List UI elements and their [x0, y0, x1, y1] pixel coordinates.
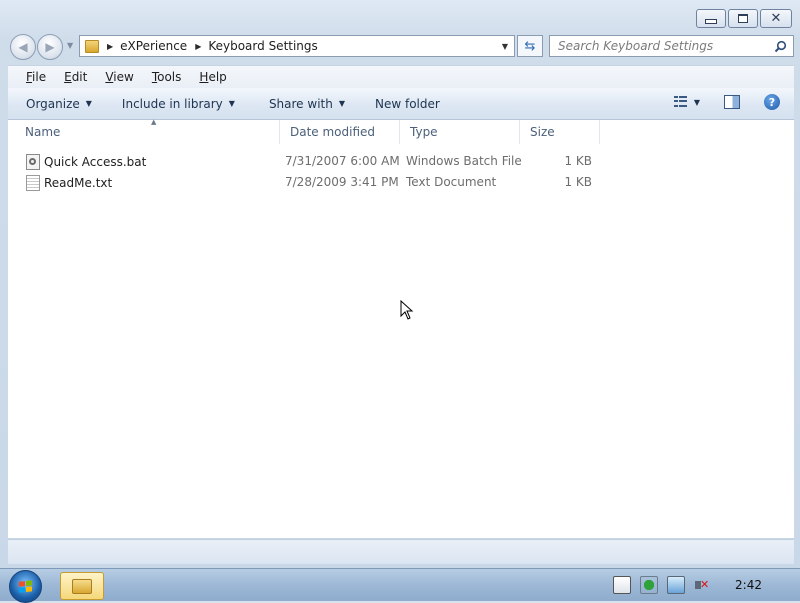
- chevron-down-icon: ▼: [228, 99, 235, 108]
- address-bar[interactable]: ▶ eXPerience ▶ Keyboard Settings ▼: [79, 35, 515, 57]
- menu-file-rest: ile: [32, 70, 47, 84]
- breadcrumb-separator-icon[interactable]: ▶: [107, 42, 113, 51]
- close-icon: ✕: [770, 11, 782, 26]
- column-date-label: Date modified: [290, 125, 376, 139]
- batch-file-icon: [26, 154, 40, 170]
- folder-icon: [72, 578, 92, 594]
- help-icon[interactable]: ?: [764, 94, 780, 110]
- breadcrumb-keyboard-settings[interactable]: Keyboard Settings: [208, 39, 317, 53]
- file-name-cell: ReadMe.txt: [26, 175, 112, 191]
- caption-buttons: ✕: [696, 9, 792, 28]
- new-folder-label: New folder: [375, 96, 440, 111]
- column-headers: Name ▲ Date modified Type Size: [8, 118, 608, 144]
- breadcrumb-separator-icon[interactable]: ▶: [195, 42, 201, 51]
- file-date: 7/31/2007 6:00 AM: [285, 154, 400, 168]
- recent-pages-dropdown-icon[interactable]: ▼: [67, 41, 73, 50]
- refresh-button[interactable]: ⇆: [517, 35, 543, 57]
- back-arrow-icon: ◀: [18, 40, 28, 54]
- column-header-type[interactable]: Type: [400, 120, 520, 144]
- minimize-button[interactable]: [696, 9, 726, 28]
- details-pane: [8, 539, 794, 564]
- menu-tools[interactable]: Tools: [148, 70, 188, 84]
- column-size-label: Size: [530, 125, 555, 139]
- navigation-row: ◀ ▶ ▼ ▶ eXPerience ▶ Keyboard Settings ▼…: [8, 33, 794, 60]
- column-header-name[interactable]: Name ▲: [15, 118, 280, 144]
- share-with-label: Share with: [268, 96, 333, 111]
- mouse-cursor-icon: [400, 300, 414, 320]
- notes-icon[interactable]: [613, 576, 631, 594]
- maximize-icon: [738, 14, 748, 23]
- volume-muted-icon[interactable]: [694, 577, 710, 593]
- sort-ascending-icon: ▲: [151, 118, 157, 126]
- organize-button[interactable]: Organize ▼: [26, 97, 92, 111]
- folder-icon: [85, 39, 99, 53]
- search-icon[interactable]: [774, 40, 787, 53]
- file-type: Windows Batch File: [406, 154, 522, 168]
- search-input[interactable]: [556, 38, 765, 54]
- column-name-label: Name: [25, 125, 61, 139]
- include-in-library-button[interactable]: Include in library ▼: [122, 97, 235, 111]
- close-button[interactable]: ✕: [760, 9, 792, 28]
- column-header-date-modified[interactable]: Date modified: [280, 120, 400, 144]
- file-size: 1 KB: [564, 154, 592, 168]
- menu-mnemonic: E: [64, 70, 72, 84]
- chevron-down-icon: ▼: [85, 99, 92, 108]
- table-row[interactable]: Quick Access.bat 7/31/2007 6:00 AM Windo…: [8, 151, 608, 171]
- menu-help[interactable]: Help: [195, 70, 232, 84]
- taskbar: 2:42: [0, 568, 800, 603]
- back-button[interactable]: ◀: [10, 34, 36, 60]
- menu-file[interactable]: File: [22, 70, 52, 84]
- menu-view-rest: iew: [113, 70, 134, 84]
- preview-pane-icon[interactable]: [724, 95, 740, 109]
- file-name: Quick Access.bat: [44, 155, 147, 169]
- taskbar-explorer-button[interactable]: [60, 572, 104, 600]
- chevron-down-icon[interactable]: ▼: [694, 98, 700, 107]
- explorer-window: ✕ ◀ ▶ ▼ ▶ eXPerience ▶ Keyboard Settings…: [0, 0, 800, 569]
- file-name-cell: Quick Access.bat: [26, 154, 146, 170]
- maximize-button[interactable]: [728, 9, 758, 28]
- minimize-icon: [705, 19, 717, 24]
- change-view-button[interactable]: ▼: [673, 96, 700, 108]
- clock[interactable]: 2:42: [735, 578, 762, 592]
- share-with-button[interactable]: Share with ▼: [269, 97, 345, 111]
- menu-edit[interactable]: Edit: [60, 70, 93, 84]
- system-tray: 2:42: [595, 569, 800, 601]
- column-header-size[interactable]: Size: [520, 120, 600, 144]
- include-in-library-label: Include in library: [121, 96, 223, 111]
- forward-button[interactable]: ▶: [37, 34, 63, 60]
- details-view-icon: [673, 96, 687, 108]
- menu-bar: File Edit View Tools Help: [8, 65, 794, 89]
- breadcrumb-experience[interactable]: eXPerience: [120, 39, 187, 53]
- view-controls: ▼ ?: [673, 94, 780, 110]
- forward-arrow-icon: ▶: [45, 40, 55, 54]
- file-date: 7/28/2009 3:41 PM: [285, 175, 399, 189]
- menu-view[interactable]: View: [101, 70, 139, 84]
- address-dropdown-icon[interactable]: ▼: [502, 42, 508, 51]
- organize-label: Organize: [26, 96, 80, 111]
- windows-logo-icon: [18, 579, 33, 593]
- start-button[interactable]: [9, 570, 42, 603]
- refresh-icon: ⇆: [524, 38, 536, 54]
- file-list: Name ▲ Date modified Type Size Quick Acc…: [8, 118, 794, 538]
- action-center-icon[interactable]: [640, 576, 658, 594]
- text-file-icon: [26, 175, 40, 191]
- network-icon[interactable]: [667, 576, 685, 594]
- column-type-label: Type: [410, 125, 438, 139]
- file-size: 1 KB: [564, 175, 592, 189]
- chevron-down-icon: ▼: [338, 99, 345, 108]
- file-name: ReadMe.txt: [44, 176, 113, 190]
- new-folder-button[interactable]: New folder: [375, 97, 440, 111]
- table-row[interactable]: ReadMe.txt 7/28/2009 3:41 PM Text Docume…: [8, 172, 608, 192]
- search-box[interactable]: [549, 35, 794, 57]
- menu-help-rest: elp: [208, 70, 227, 84]
- command-bar: Organize ▼ Include in library ▼ Share with…: [8, 88, 794, 120]
- file-type: Text Document: [406, 175, 497, 189]
- menu-edit-rest: dit: [71, 70, 88, 84]
- menu-tools-rest: ools: [157, 70, 182, 84]
